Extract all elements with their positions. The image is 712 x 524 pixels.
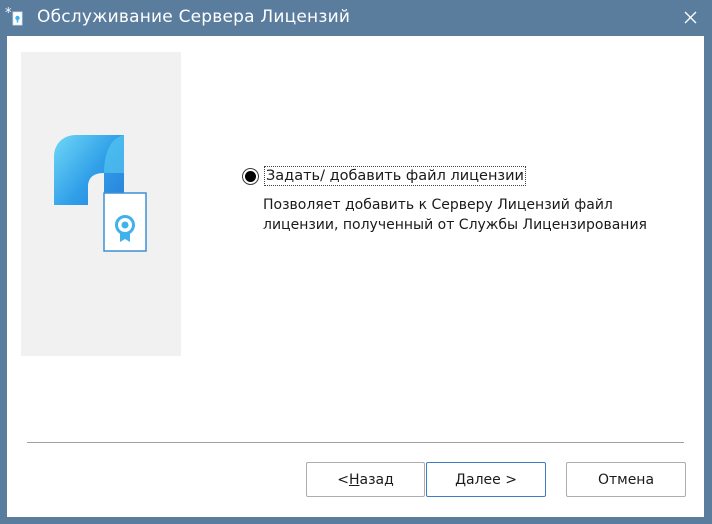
back-button-label: азад	[359, 471, 394, 488]
next-button[interactable]: Далее >	[426, 462, 546, 497]
separator-line	[27, 442, 684, 443]
back-button-mnemonic: Н	[348, 471, 360, 488]
certificate-icon	[103, 192, 147, 252]
close-icon[interactable]	[676, 5, 704, 31]
svg-text:*: *	[5, 6, 12, 21]
title-bar[interactable]: * Обслуживание Сервера Лицензий	[0, 0, 712, 36]
dialog-client-area: Задать/ добавить файл лицензии Позволяет…	[7, 36, 704, 517]
license-option-row[interactable]: Задать/ добавить файл лицензии	[242, 165, 526, 187]
window-title: Обслуживание Сервера Лицензий	[37, 7, 351, 27]
dialog-window: * Обслуживание Сервера Лицензий Задать/ …	[0, 0, 712, 524]
license-option-radio[interactable]	[242, 167, 259, 185]
license-logo-icon	[54, 135, 147, 252]
license-option-description: Позволяет добавить к Серверу Лицензий фа…	[263, 197, 647, 233]
next-button-label: алее >	[466, 471, 517, 488]
radio-selected-dot	[245, 170, 256, 182]
back-button-prefix: <	[337, 471, 349, 488]
license-option-label[interactable]: Задать/ добавить файл лицензии	[264, 166, 526, 186]
side-panel	[21, 52, 181, 356]
cancel-button[interactable]: Отмена	[566, 462, 686, 497]
back-button[interactable]: < Назад	[306, 462, 425, 497]
next-button-mnemonic: Д	[455, 471, 466, 488]
license-app-icon: *	[5, 6, 23, 26]
